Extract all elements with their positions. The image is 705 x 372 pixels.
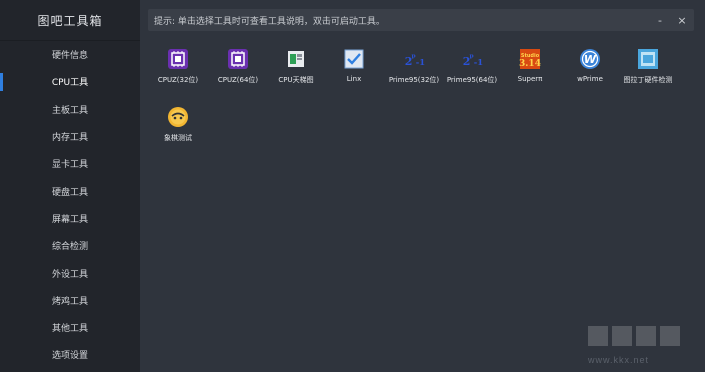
sidebar-nav: 硬件信息 CPU工具主板工具内存工具显卡工具硬盘工具屏幕工具综合检测外设工具烤鸡工… bbox=[0, 41, 140, 369]
app-title: 图吧工具箱 bbox=[0, 0, 140, 41]
tool-item[interactable]: 象棋测试 bbox=[148, 106, 208, 156]
sidebar-item-label: CPU工具 bbox=[51, 78, 89, 89]
tool-label: 象棋测试 bbox=[164, 134, 192, 142]
sidebar-item-label: 显卡工具 bbox=[51, 160, 88, 171]
prime95-icon: 2 p -1 bbox=[461, 48, 483, 70]
tool-label: CPUZ(32位) bbox=[157, 76, 199, 84]
svg-text:-1: -1 bbox=[474, 57, 483, 67]
sidebar-item-label: 主板工具 bbox=[51, 105, 88, 116]
tool-item[interactable]: Studio 3.14 Superπ bbox=[500, 48, 560, 98]
sidebar-item-label: 选项设置 bbox=[51, 351, 88, 362]
sidebar-item[interactable]: 烤鸡工具 bbox=[0, 287, 140, 314]
tool-item[interactable]: 2 p -1 Prime95(32位) bbox=[384, 48, 444, 98]
hint-text: 提示: 单击选择工具时可查看工具说明，双击可启动工具。 bbox=[154, 16, 385, 27]
minimize-icon: - bbox=[658, 13, 662, 27]
watermark-logo bbox=[588, 326, 680, 346]
tool-item[interactable]: CPU天梯图 bbox=[266, 48, 326, 98]
tool-label: Superπ bbox=[517, 75, 543, 83]
svg-text:3.14: 3.14 bbox=[519, 59, 541, 69]
app-window: 图吧工具箱 硬件信息 CPU工具主板工具内存工具显卡工具硬盘工具屏幕工具综合检测外… bbox=[0, 0, 705, 372]
sidebar-item[interactable]: 屏幕工具 bbox=[0, 205, 140, 232]
sidebar-item-label: 硬盘工具 bbox=[51, 187, 88, 198]
sidebar-item-label: 硬件信息 bbox=[51, 51, 88, 62]
tool-item[interactable]: CPUZ(32位) bbox=[148, 48, 208, 98]
watermark-text: www.kkx.net bbox=[588, 355, 650, 365]
tool-item[interactable]: 2 p -1 Prime95(64位) bbox=[442, 48, 502, 98]
sidebar-item-label: 屏幕工具 bbox=[51, 214, 88, 225]
sidebar-item[interactable]: 主板工具 bbox=[0, 96, 140, 123]
close-icon: × bbox=[677, 13, 687, 27]
tool-label: CPU天梯图 bbox=[278, 76, 314, 84]
svg-text:W: W bbox=[584, 53, 597, 66]
cpu-chip-icon bbox=[227, 48, 249, 70]
tool-item[interactable]: Linx bbox=[324, 48, 384, 98]
tool-item[interactable]: 图拉丁硬件检测 bbox=[618, 48, 678, 98]
sidebar-item[interactable]: 硬盘工具 bbox=[0, 177, 140, 204]
tool-label: wPrime bbox=[577, 75, 603, 83]
prime95-icon: 2 p -1 bbox=[403, 48, 425, 70]
svg-text:-1: -1 bbox=[416, 57, 425, 67]
sidebar-item[interactable]: 硬件信息 bbox=[0, 41, 140, 68]
sidebar-item-label: 其他工具 bbox=[51, 324, 88, 335]
cpu-chip-icon bbox=[167, 48, 189, 70]
close-button[interactable]: × bbox=[672, 9, 692, 31]
sidebar-item[interactable]: 外设工具 bbox=[0, 259, 140, 286]
sidebar-item[interactable]: CPU工具 bbox=[0, 68, 140, 95]
chess-icon bbox=[167, 106, 189, 128]
sidebar-item[interactable]: 选项设置 bbox=[0, 341, 140, 368]
sidebar-item[interactable]: 其他工具 bbox=[0, 314, 140, 341]
tool-grid: CPUZ(32位) CPUZ(64位) CPU天梯图 Linx 2 p -1 Prime95(… bbox=[148, 48, 696, 368]
tool-label: Prime95(32位) bbox=[388, 76, 440, 84]
tool-item[interactable]: WwPrime bbox=[560, 48, 620, 98]
ladder-chart-icon bbox=[285, 48, 307, 70]
minimize-button[interactable]: - bbox=[650, 9, 670, 31]
sidebar-item[interactable]: 显卡工具 bbox=[0, 150, 140, 177]
hint-bar: 提示: 单击选择工具时可查看工具说明，双击可启动工具。 bbox=[148, 9, 694, 31]
tool-label: Prime95(64位) bbox=[446, 76, 498, 84]
sidebar-item-label: 综合检测 bbox=[51, 242, 88, 253]
checkbox-icon bbox=[343, 48, 365, 70]
sidebar-item-label: 烤鸡工具 bbox=[51, 296, 88, 307]
wprime-icon: W bbox=[579, 48, 601, 70]
superpi-icon: Studio 3.14 bbox=[519, 48, 541, 70]
tool-label: CPUZ(64位) bbox=[217, 76, 259, 84]
sidebar-item-label: 外设工具 bbox=[51, 269, 88, 280]
tool-label: Linx bbox=[346, 75, 362, 83]
hardware-detect-icon bbox=[637, 48, 659, 70]
sidebar: 图吧工具箱 硬件信息 CPU工具主板工具内存工具显卡工具硬盘工具屏幕工具综合检测外… bbox=[0, 0, 140, 372]
tool-item[interactable]: CPUZ(64位) bbox=[208, 48, 268, 98]
sidebar-item-label: 内存工具 bbox=[51, 133, 88, 144]
tool-label: 图拉丁硬件检测 bbox=[623, 76, 673, 84]
sidebar-item[interactable]: 综合检测 bbox=[0, 232, 140, 259]
sidebar-item[interactable]: 内存工具 bbox=[0, 123, 140, 150]
